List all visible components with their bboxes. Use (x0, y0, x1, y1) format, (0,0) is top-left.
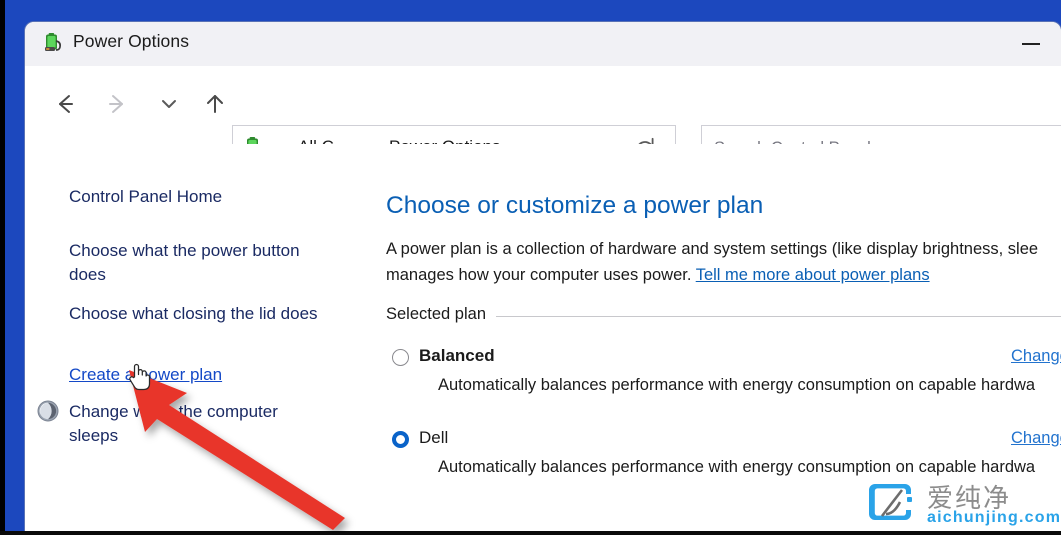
tell-me-more-link[interactable]: Tell me more about power plans (696, 266, 930, 284)
plan-name-dell: Dell (419, 428, 448, 448)
group-divider (496, 316, 1061, 317)
plan-radio-balanced[interactable] (392, 349, 409, 366)
hand-pointer-cursor (126, 360, 152, 392)
sidebar-item-change-when-computer-sleeps[interactable]: Change when the computer sleeps (69, 400, 319, 448)
watermark-logo-icon (869, 480, 917, 524)
main-pane: Choose or customize a power plan A power… (360, 144, 1061, 531)
description-line-2-text: manages how your computer uses power. (386, 266, 696, 284)
window-content: Control Panel Home Choose what the power… (25, 144, 1061, 531)
window-titlebar[interactable]: Power Options (25, 22, 1061, 66)
description-line-2: manages how your computer uses power. Te… (386, 262, 1061, 288)
sidebar: Control Panel Home Choose what the power… (25, 144, 360, 531)
description-line-1: A power plan is a collection of hardware… (386, 240, 1038, 258)
screen-bottom-edge (0, 531, 1061, 535)
plan-description-balanced: Automatically balances performance with … (438, 376, 1035, 395)
forward-button (97, 84, 137, 124)
watermark-url-text: aichunjing.com (927, 509, 1061, 527)
minimize-icon (1022, 43, 1040, 45)
sidebar-item-control-panel-home[interactable]: Control Panel Home (69, 185, 319, 209)
plan-description-dell: Automatically balances performance with … (438, 458, 1035, 477)
power-battery-icon (42, 32, 66, 56)
sidebar-item-power-button-does[interactable]: Choose what the power button does (69, 239, 319, 287)
sidebar-item-closing-lid-does[interactable]: Choose what closing the lid does (69, 302, 319, 326)
plan-radio-dell[interactable] (392, 431, 409, 448)
watermark: 爱纯净 aichunjing.com (869, 478, 1055, 530)
selected-plan-group-label: Selected plan (386, 305, 494, 324)
window-title: Power Options (73, 31, 189, 52)
page-title: Choose or customize a power plan (386, 192, 763, 220)
change-plan-settings-link-dell[interactable]: Change (1011, 429, 1061, 448)
desktop-background: Power Options (0, 0, 1061, 535)
screen-left-edge (0, 0, 5, 535)
change-plan-settings-link-balanced[interactable]: Change (1011, 347, 1061, 366)
recent-locations-button[interactable] (149, 84, 189, 124)
sphere-icon (36, 399, 60, 423)
minimize-button[interactable] (1009, 22, 1055, 66)
navigation-toolbar: « All C... › Power Options (25, 66, 1061, 144)
power-options-window: Power Options (25, 22, 1061, 531)
up-level-button[interactable] (195, 84, 235, 124)
page-description: A power plan is a collection of hardware… (386, 236, 1061, 288)
back-button[interactable] (45, 84, 85, 124)
plan-name-balanced: Balanced (419, 346, 495, 366)
